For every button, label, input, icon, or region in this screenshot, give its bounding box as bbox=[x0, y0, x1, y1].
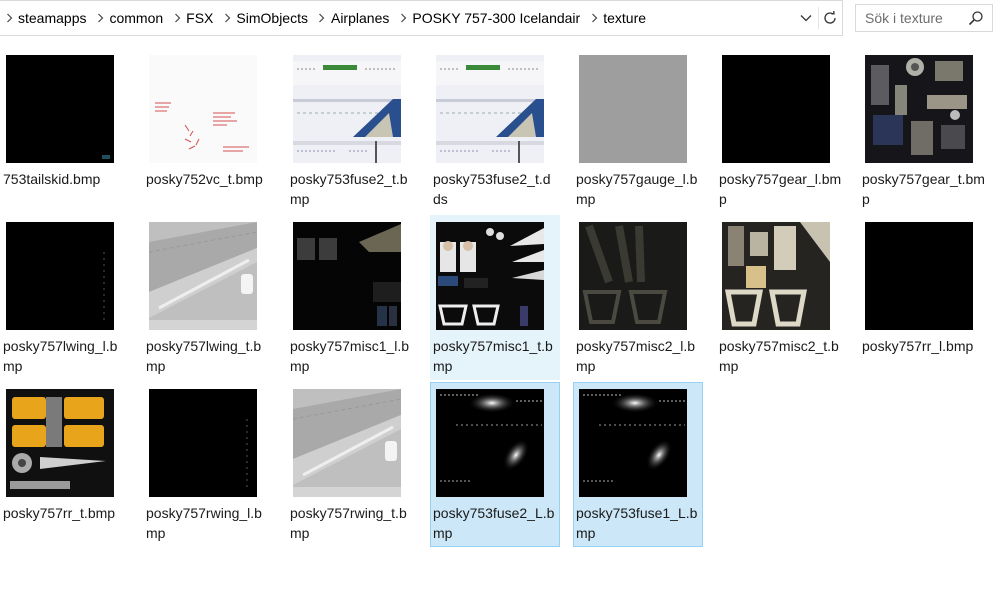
file-item[interactable]: posky752vc_t.bmp bbox=[143, 48, 273, 213]
file-item[interactable]: posky753fuse1_L.bmp bbox=[573, 382, 703, 547]
file-name: posky757rr_l.bmp bbox=[862, 338, 974, 354]
file-name: 753tailskid.bmp bbox=[3, 171, 101, 187]
file-thumbnail bbox=[865, 222, 973, 330]
file-thumbnail bbox=[149, 389, 257, 497]
file-thumbnail bbox=[436, 389, 544, 497]
file-name: posky757lwing_t.bmp bbox=[146, 338, 262, 374]
search-icon[interactable] bbox=[968, 10, 984, 31]
refresh-button[interactable] bbox=[818, 7, 841, 29]
file-item[interactable]: posky753fuse2_t.bmp bbox=[287, 48, 417, 213]
file-item[interactable]: posky757gauge_l.bmp bbox=[573, 48, 703, 213]
file-item[interactable]: posky757misc2_l.bmp bbox=[573, 215, 703, 380]
file-name: posky757misc2_l.bmp bbox=[576, 338, 696, 374]
file-name: posky757gauge_l.bmp bbox=[576, 171, 698, 207]
file-item[interactable]: posky757lwing_t.bmp bbox=[143, 215, 273, 380]
breadcrumb-chevron-icon[interactable] bbox=[168, 13, 186, 23]
file-thumbnail bbox=[293, 222, 401, 330]
file-name: posky757gear_l.bmp bbox=[719, 171, 842, 207]
file-item[interactable]: posky753fuse2_t.dds bbox=[430, 48, 560, 213]
breadcrumb-item[interactable]: FSX bbox=[186, 10, 218, 26]
breadcrumb-item[interactable]: SimObjects bbox=[236, 10, 313, 26]
file-item[interactable]: posky757misc1_l.bmp bbox=[287, 215, 417, 380]
chevron-down-icon bbox=[800, 15, 812, 22]
breadcrumb-chevron-icon[interactable] bbox=[91, 13, 109, 23]
file-item[interactable]: posky753fuse2_L.bmp bbox=[430, 382, 560, 547]
search-box[interactable] bbox=[855, 4, 993, 32]
file-name: posky757rr_t.bmp bbox=[3, 505, 116, 521]
breadcrumb-item[interactable]: common bbox=[109, 10, 168, 26]
file-thumbnail bbox=[293, 389, 401, 497]
file-item[interactable]: posky757gear_l.bmp bbox=[716, 48, 846, 213]
breadcrumb-item[interactable]: Airplanes bbox=[331, 10, 394, 26]
file-name: posky752vc_t.bmp bbox=[146, 171, 263, 187]
file-thumbnail bbox=[293, 55, 401, 163]
file-thumbnail bbox=[149, 55, 257, 163]
file-name: posky757rwing_t.bmp bbox=[290, 505, 407, 541]
file-name: posky753fuse1_L.bmp bbox=[576, 505, 698, 541]
file-name: posky757misc2_t.bmp bbox=[719, 338, 839, 374]
file-item[interactable]: posky757gear_t.bmp bbox=[859, 48, 989, 213]
breadcrumb-item[interactable]: POSKY 757-300 Icelandair bbox=[412, 10, 585, 26]
file-thumbnail bbox=[6, 55, 114, 163]
breadcrumb-chevron-icon[interactable] bbox=[0, 13, 18, 23]
breadcrumb-chevron-icon[interactable] bbox=[394, 13, 412, 23]
file-thumbnail bbox=[6, 389, 114, 497]
file-thumbnail bbox=[579, 55, 687, 163]
address-bar[interactable]: steamapps common FSX SimObjects Airplanes POS… bbox=[0, 0, 843, 36]
file-thumbnail bbox=[6, 222, 114, 330]
file-thumbnail bbox=[149, 222, 257, 330]
file-thumbnail bbox=[436, 222, 544, 330]
file-name: posky753fuse2_t.dds bbox=[433, 171, 551, 207]
file-item[interactable]: posky757misc1_t.bmp bbox=[430, 215, 560, 380]
search-input[interactable] bbox=[856, 5, 975, 31]
file-name: posky753fuse2_t.bmp bbox=[290, 171, 408, 207]
file-item[interactable]: posky757misc2_t.bmp bbox=[716, 215, 846, 380]
breadcrumb-chevron-icon[interactable] bbox=[313, 13, 331, 23]
breadcrumb-item[interactable]: steamapps bbox=[18, 10, 91, 26]
file-name: posky757misc1_t.bmp bbox=[433, 338, 553, 374]
file-item[interactable]: posky757rwing_t.bmp bbox=[287, 382, 417, 547]
breadcrumb-item[interactable]: texture bbox=[603, 10, 651, 26]
address-history-dropdown[interactable] bbox=[796, 8, 816, 28]
file-name: posky757misc1_l.bmp bbox=[290, 338, 410, 374]
breadcrumb: steamapps common FSX SimObjects Airplanes POS… bbox=[0, 1, 651, 35]
file-name: posky757gear_t.bmp bbox=[862, 171, 985, 207]
file-item[interactable]: posky757lwing_l.bmp bbox=[0, 215, 130, 380]
file-thumbnail bbox=[579, 222, 687, 330]
file-item[interactable]: posky757rwing_l.bmp bbox=[143, 382, 273, 547]
file-name: posky757rwing_l.bmp bbox=[146, 505, 262, 541]
file-thumbnail bbox=[722, 222, 830, 330]
breadcrumb-chevron-icon[interactable] bbox=[585, 13, 603, 23]
refresh-icon bbox=[824, 10, 836, 24]
file-item[interactable]: 753tailskid.bmp bbox=[0, 48, 130, 213]
file-name: posky753fuse2_L.bmp bbox=[433, 505, 555, 541]
file-thumbnail bbox=[865, 55, 973, 163]
file-name: posky757lwing_l.bmp bbox=[3, 338, 118, 374]
file-item[interactable]: posky757rr_l.bmp bbox=[859, 215, 989, 380]
breadcrumb-chevron-icon[interactable] bbox=[218, 13, 236, 23]
file-item[interactable]: posky757rr_t.bmp bbox=[0, 382, 130, 547]
file-thumbnail bbox=[579, 389, 687, 497]
file-grid: 753tailskid.bmp posky752vc_t.bmp posky753f… bbox=[0, 48, 1000, 604]
file-thumbnail bbox=[436, 55, 544, 163]
file-thumbnail bbox=[722, 55, 830, 163]
